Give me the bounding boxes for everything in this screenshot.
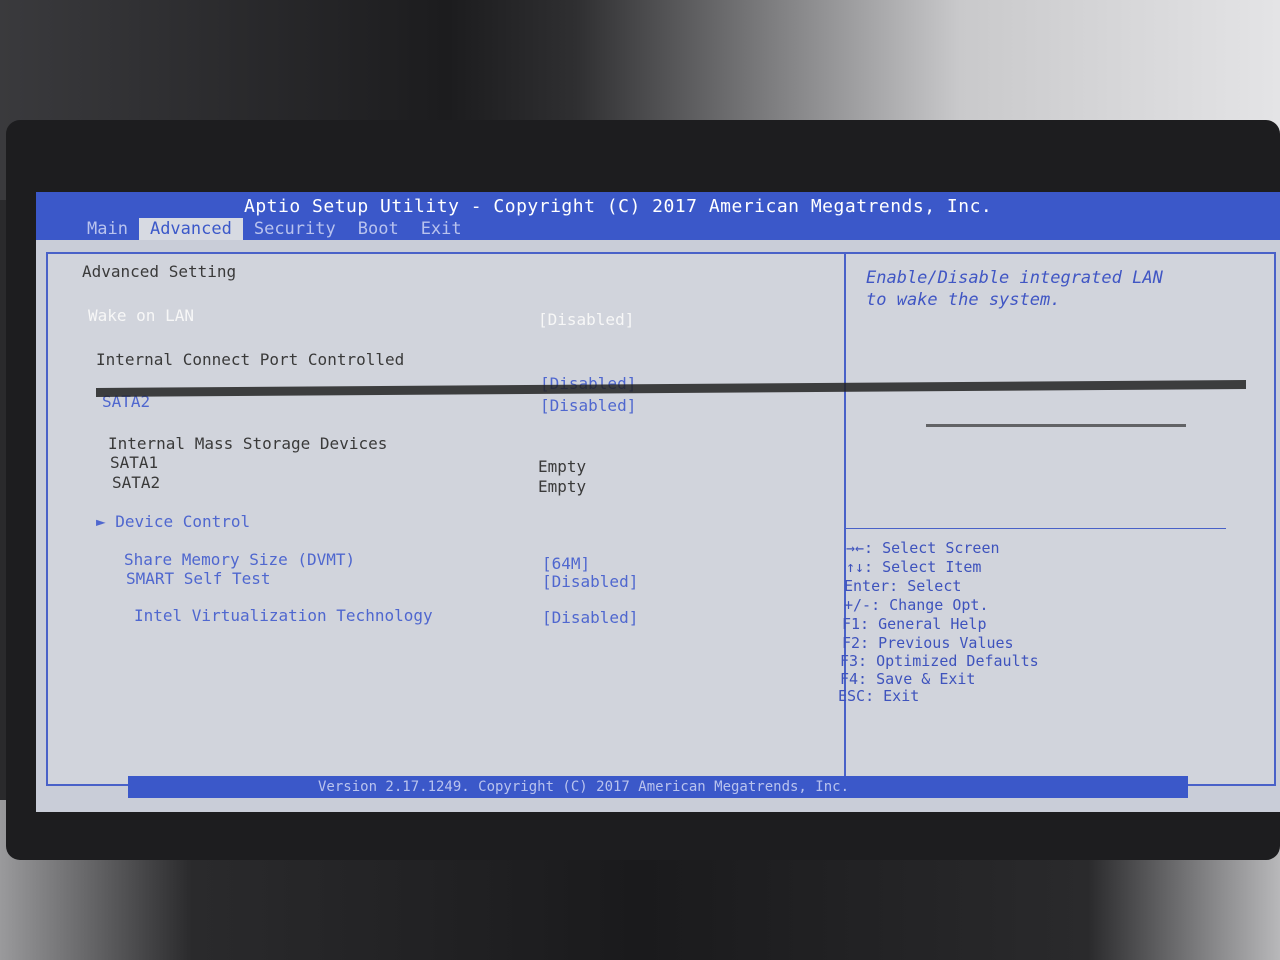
storage-sata1-label: SATA1 <box>110 453 159 472</box>
key-help-f4: F4: Save & Exit <box>840 670 976 688</box>
tab-main[interactable]: Main <box>76 218 139 240</box>
smart-self-test-value[interactable]: [Disabled] <box>542 572 638 591</box>
key-help-f1: F1: General Help <box>842 615 987 633</box>
virtualization-label[interactable]: Intel Virtualization Technology <box>134 606 433 625</box>
wake-on-lan-label[interactable]: Wake on LAN <box>88 306 194 325</box>
tab-bar: Main Advanced Security Boot Exit <box>76 218 473 240</box>
device-control-submenu[interactable]: ► Device Control <box>96 512 250 531</box>
smart-self-test-label[interactable]: SMART Self Test <box>126 569 271 588</box>
share-memory-value[interactable]: [64M] <box>542 554 590 573</box>
mass-storage-heading: Internal Mass Storage Devices <box>108 434 388 453</box>
help-line-2: to wake the system. <box>866 290 1061 310</box>
help-line-1: Enable/Disable integrated LAN <box>866 268 1163 288</box>
tab-boot[interactable]: Boot <box>347 218 410 240</box>
key-help-enter: Enter: Select <box>844 577 962 595</box>
key-help-esc: ESC: Exit <box>838 687 920 705</box>
storage-sata2-value: Empty <box>538 477 587 496</box>
title-bar: Aptio Setup Utility - Copyright (C) 2017… <box>36 192 1280 240</box>
help-divider <box>846 528 1226 529</box>
storage-sata1-value: Empty <box>538 457 587 476</box>
tab-security[interactable]: Security <box>243 218 347 240</box>
share-memory-label[interactable]: Share Memory Size (DVMT) <box>124 550 355 569</box>
page-heading: Advanced Setting <box>82 262 237 281</box>
key-help-select-item: ↑↓: Select Item <box>846 558 982 576</box>
tab-advanced[interactable]: Advanced <box>138 218 243 240</box>
storage-sata2-label: SATA2 <box>112 473 161 492</box>
virtualization-value[interactable]: [Disabled] <box>542 608 638 627</box>
footer-version: Version 2.17.1249. Copyright (C) 2017 Am… <box>318 779 850 795</box>
submenu-arrow-icon: ► <box>96 512 106 531</box>
footer-bar: Version 2.17.1249. Copyright (C) 2017 Am… <box>128 776 1188 798</box>
tab-exit[interactable]: Exit <box>410 218 473 240</box>
key-help-f3: F3: Optimized Defaults <box>840 652 1039 670</box>
key-help-change-opt: +/-: Change Opt. <box>844 596 989 614</box>
wake-on-lan-value[interactable]: [Disabled] <box>538 310 634 329</box>
port-sata2-value[interactable]: [Disabled] <box>540 396 636 415</box>
internal-connect-heading: Internal Connect Port Controlled <box>96 350 405 369</box>
bios-screen: Aptio Setup Utility - Copyright (C) 2017… <box>36 192 1280 812</box>
screen-damage-streak-secondary <box>926 424 1186 427</box>
device-control-label: Device Control <box>115 512 251 531</box>
key-help-f2: F2: Previous Values <box>842 634 1014 652</box>
key-help-select-screen: →←: Select Screen <box>846 539 1000 557</box>
app-title: Aptio Setup Utility - Copyright (C) 2017… <box>244 196 993 217</box>
